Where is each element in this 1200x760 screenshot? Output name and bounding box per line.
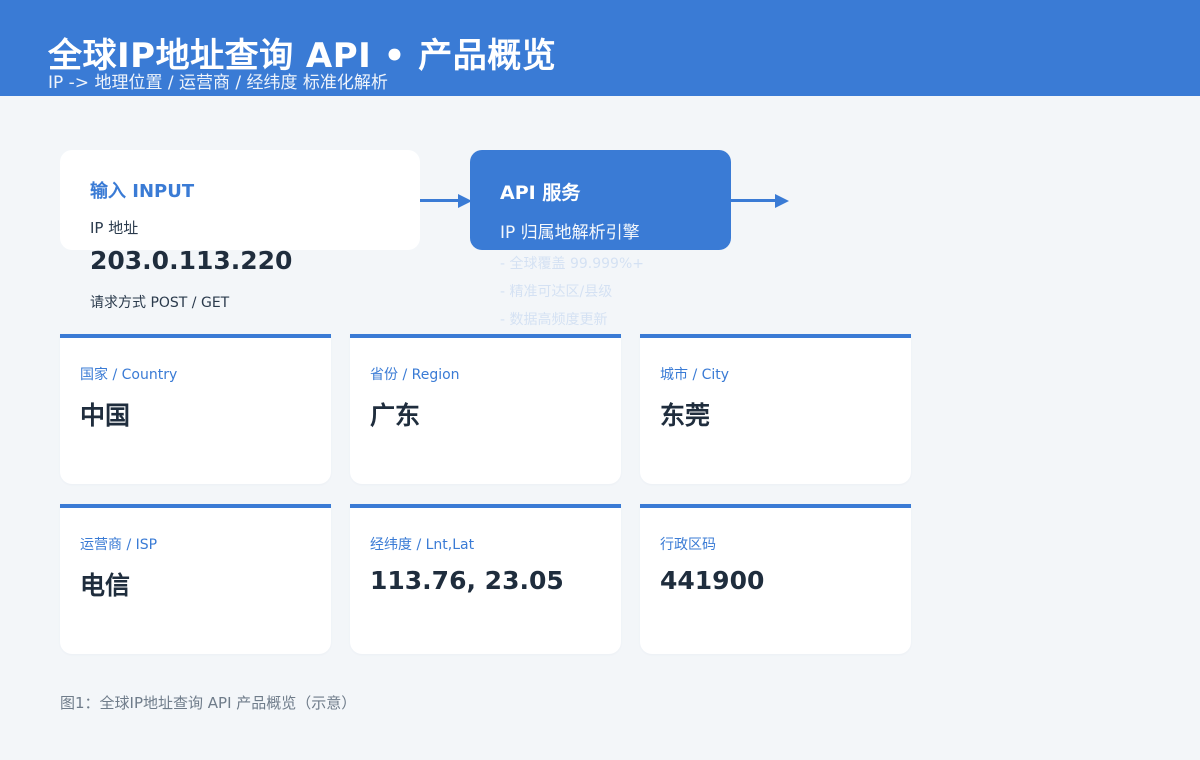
isp-value: 电信 xyxy=(80,571,131,600)
result-card-region: 省份 / Region 广东 xyxy=(350,334,621,484)
coordinates-label: 经纬度 / Lnt,Lat xyxy=(370,537,475,553)
admin-code-value: 441900 xyxy=(660,566,765,595)
request-method: 请求方式 POST / GET xyxy=(90,295,230,311)
result-card-city: 城市 / City 东莞 xyxy=(640,334,911,484)
result-card-admin-code: 行政区码 441900 xyxy=(640,504,911,654)
country-label: 国家 / Country xyxy=(80,367,178,383)
api-feature-update: - 数据高频度更新 xyxy=(500,312,608,328)
api-service-title: API 服务 xyxy=(500,182,581,204)
figure-caption: 图1：全球IP地址查询 API 产品概览（示意） xyxy=(60,694,357,712)
input-heading: 输入 INPUT xyxy=(90,181,195,202)
input-to-api-arrow-line xyxy=(420,199,460,202)
api-feature-coverage: - 全球覆盖 99.999%+ xyxy=(500,256,644,272)
result-card-isp: 运营商 / ISP 电信 xyxy=(60,504,331,654)
coordinates-value: 113.76, 23.05 xyxy=(370,566,564,595)
api-feature-precision: - 精准可达区/县级 xyxy=(500,284,613,300)
api-service-subtitle: IP 归属地解析引擎 xyxy=(500,223,640,243)
country-value: 中国 xyxy=(80,401,131,430)
header-banner: 全球IP地址查询 API • 产品概览 IP -> 地理位置 / 运营商 / 经… xyxy=(0,0,1200,96)
city-label: 城市 / City xyxy=(660,367,730,383)
region-value: 广东 xyxy=(370,401,421,430)
admin-code-label: 行政区码 xyxy=(660,537,716,553)
page-subtitle: IP -> 地理位置 / 运营商 / 经纬度 标准化解析 xyxy=(48,73,388,93)
api-output-arrow-head xyxy=(775,194,789,208)
city-value: 东莞 xyxy=(660,401,711,430)
isp-label: 运营商 / ISP xyxy=(80,537,158,553)
result-card-country: 国家 / Country 中国 xyxy=(60,334,331,484)
input-ip-value: 203.0.113.220 xyxy=(90,246,293,275)
result-card-coordinates: 经纬度 / Lnt,Lat 113.76, 23.05 xyxy=(350,504,621,654)
input-ip-label: IP 地址 xyxy=(90,219,139,237)
api-output-arrow-line xyxy=(731,199,777,202)
region-label: 省份 / Region xyxy=(370,367,460,383)
